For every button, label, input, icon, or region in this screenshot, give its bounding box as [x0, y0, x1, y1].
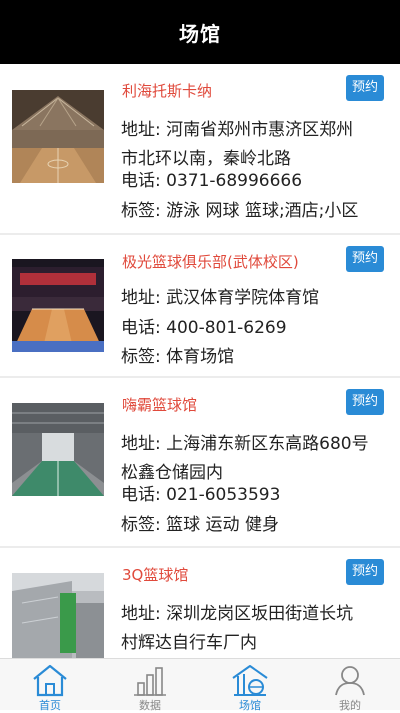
venue-name[interactable]: 3Q篮球馆: [122, 564, 188, 585]
venue-photo: [12, 573, 104, 658]
venue-photo: [12, 259, 104, 352]
venue-photo: [12, 90, 104, 183]
tab-label: 我的: [339, 699, 361, 712]
tab-venue[interactable]: 场馆: [200, 659, 300, 712]
venue-address: 地址: 河南省郑州市惠济区郑州 市北环以南，秦岭北路: [121, 120, 354, 169]
home-icon: [33, 664, 67, 697]
venue-address: 地址: 上海浦东新区东高路680号 松鑫仓储园内: [121, 434, 369, 483]
tab-me[interactable]: 我的: [300, 659, 400, 712]
venue-phone[interactable]: 电话: 021-6053593: [121, 481, 383, 510]
tab-label: 场馆: [239, 699, 261, 712]
tab-label: 数据: [139, 699, 161, 712]
venue-phone[interactable]: 电话: 400-801-6269: [121, 314, 383, 343]
venue-name[interactable]: 利海托斯卡纳: [122, 80, 212, 101]
venue-photo: [12, 403, 104, 496]
venue-name[interactable]: 极光篮球俱乐部(武体校区): [122, 251, 299, 272]
venue-tags: 标签: 体育场馆: [121, 347, 235, 367]
book-button[interactable]: 预约: [346, 389, 384, 415]
tab-label: 首页: [39, 699, 61, 712]
venue-list[interactable]: 利海托斯卡纳 预约 地址: 河南省郑州市惠济区郑州 市北环以南，秦岭北路 电话:…: [0, 64, 400, 658]
header-bar: 场馆: [0, 0, 400, 64]
venue-card[interactable]: 极光篮球俱乐部(武体校区) 预约 地址: 武汉体育学院体育馆 电话: 400-8…: [0, 235, 400, 378]
bottom-tab-bar: 首页 数据 场馆 我的: [0, 658, 400, 712]
venue-name[interactable]: 嗨霸篮球馆: [122, 394, 197, 415]
tab-home[interactable]: 首页: [0, 659, 100, 712]
venue-tags: 标签: 游泳 网球 篮球;酒店;小区: [121, 201, 359, 221]
user-icon: [335, 666, 365, 696]
venue-card[interactable]: 3Q篮球馆 预约 地址: 深圳龙岗区坂田街道长坑 村辉达自行车厂内: [0, 548, 400, 658]
book-button[interactable]: 预约: [346, 559, 384, 585]
venue-card[interactable]: 嗨霸篮球馆 预约 地址: 上海浦东新区东高路680号 松鑫仓储园内 电话: 02…: [0, 378, 400, 548]
venue-card[interactable]: 利海托斯卡纳 预约 地址: 河南省郑州市惠济区郑州 市北环以南，秦岭北路 电话:…: [0, 64, 400, 235]
venue-tags: 标签: 篮球 运动 健身: [121, 515, 279, 535]
tab-data[interactable]: 数据: [100, 659, 200, 712]
venue-phone[interactable]: 电话: 0371-68996666: [121, 167, 383, 196]
page-title: 场馆: [179, 21, 221, 46]
book-button[interactable]: 预约: [346, 246, 384, 272]
venue-address: 地址: 深圳龙岗区坂田街道长坑 村辉达自行车厂内: [121, 604, 354, 653]
venue-icon: [232, 665, 268, 696]
book-button[interactable]: 预约: [346, 75, 384, 101]
venue-address: 地址: 武汉体育学院体育馆: [121, 288, 320, 308]
bar-chart-icon: [134, 667, 166, 696]
